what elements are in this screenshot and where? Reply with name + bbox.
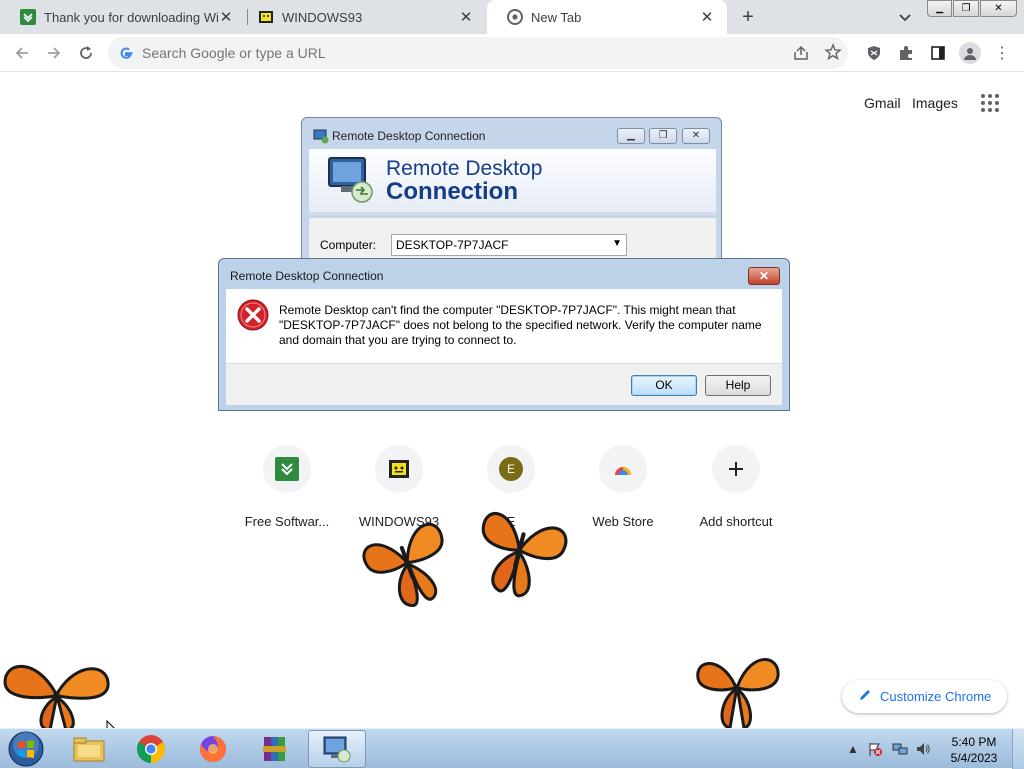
window-controls: ▁ ❐ ✕ — [927, 0, 1017, 18]
images-link[interactable]: Images — [912, 95, 958, 111]
shortcut-add[interactable]: Add shortcut — [680, 445, 792, 529]
error-dialog-title: Remote Desktop Connection — [230, 269, 384, 283]
remote-desktop-icon — [323, 736, 351, 763]
google-g-icon — [118, 45, 134, 66]
shortcut-free-software[interactable]: Free Softwar... — [231, 445, 343, 529]
bookmark-star-icon[interactable] — [824, 43, 842, 66]
tab-close-icon[interactable]: ✕ — [699, 9, 715, 26]
error-close-button[interactable]: ✕ — [748, 267, 780, 285]
chrome-icon — [137, 735, 165, 763]
ok-button[interactable]: OK — [631, 375, 697, 396]
back-arrow-icon[interactable] — [9, 40, 35, 66]
tray-network-icon[interactable] — [892, 741, 908, 757]
dropdown-arrow-icon[interactable]: ▼ — [612, 238, 622, 249]
taskbar-firefox[interactable] — [184, 730, 242, 768]
customize-chrome-button[interactable]: Customize Chrome — [842, 680, 1007, 713]
tab-fosshub[interactable]: Thank you for downloading WinR ✕ — [0, 0, 246, 34]
butterfly-icon — [481, 512, 568, 598]
computer-combobox[interactable]: DESKTOP-7P7JACF ▼ — [391, 234, 627, 256]
fosshub-favicon-icon — [20, 9, 36, 25]
close-window-icon[interactable]: ✕ — [979, 0, 1017, 17]
tab-new-tab[interactable]: New Tab ✕ — [487, 0, 727, 34]
tab-windows93[interactable]: WINDOWS93 ✕ — [238, 0, 486, 34]
plus-icon — [712, 445, 760, 493]
reload-icon[interactable] — [73, 40, 99, 66]
share-icon[interactable] — [792, 44, 810, 67]
winrar-icon — [263, 737, 286, 761]
shortcut-label: Web Store — [592, 514, 654, 529]
minimize-icon[interactable]: ▁ — [927, 0, 953, 17]
kebab-menu-icon[interactable]: ⋮ — [992, 43, 1012, 63]
system-clock[interactable]: 5:40 PM 5/4/2023 — [940, 734, 1008, 766]
error-footer: OK Help — [226, 363, 782, 405]
browser-toolbar: ⋮ — [0, 34, 1024, 72]
shortcut-label: Free Softwar... — [244, 514, 330, 529]
computer-label: Computer: — [320, 238, 377, 252]
taskbar-chrome[interactable] — [122, 730, 180, 768]
error-message: Remote Desktop can't find the computer "… — [279, 303, 762, 347]
help-button[interactable]: Help — [705, 375, 771, 396]
forward-arrow-icon[interactable] — [41, 40, 67, 66]
error-body: Remote Desktop can't find the computer "… — [226, 289, 782, 363]
omnibox-input[interactable] — [142, 43, 742, 63]
shortcut-label: Add shortcut — [699, 514, 773, 529]
letter-e-badge: E — [499, 457, 523, 481]
rdc-monitor-icon — [326, 154, 376, 209]
tab-close-icon[interactable]: ✕ — [218, 9, 234, 26]
firefox-icon — [200, 736, 226, 762]
windows93-icon — [375, 445, 423, 493]
omnibox[interactable] — [108, 37, 848, 69]
tab-strip: Thank you for downloading WinR ✕ WINDOWS… — [0, 0, 1024, 34]
web-store-icon — [599, 445, 647, 493]
tab-search-chevron-icon[interactable] — [896, 8, 914, 26]
taskbar-file-explorer[interactable] — [60, 730, 118, 768]
shortcut-web-store[interactable]: Web Store — [567, 445, 679, 529]
chrome-favicon-icon — [507, 9, 523, 25]
new-tab-button[interactable]: + — [737, 6, 759, 28]
tab-title: New Tab — [531, 9, 582, 25]
tray-action-center-flag-icon[interactable] — [867, 741, 883, 757]
tray-show-hidden-icon[interactable]: ▲ — [845, 741, 861, 757]
profile-avatar-icon[interactable] — [959, 42, 981, 64]
taskbar-remote-desktop[interactable] — [308, 730, 366, 768]
rdc-close-icon[interactable]: ✕ — [682, 128, 710, 144]
pencil-icon — [858, 688, 872, 705]
folder-icon — [73, 737, 105, 762]
error-dialog: Remote Desktop Connection ✕ Remote Deskt… — [218, 258, 790, 411]
rdc-small-icon — [313, 128, 329, 149]
shield-extension-icon[interactable] — [864, 43, 884, 63]
butterfly-icon — [696, 658, 780, 730]
error-x-icon — [237, 299, 269, 331]
taskbar: ▲ 5:40 PM 5/4/2023 — [0, 728, 1024, 769]
tab-title: Thank you for downloading WinR — [44, 9, 218, 25]
computer-value: DESKTOP-7P7JACF — [396, 238, 509, 252]
show-desktop-button[interactable] — [1012, 729, 1024, 769]
extensions-puzzle-icon[interactable] — [896, 43, 916, 63]
taskbar-winrar[interactable] — [246, 730, 304, 768]
butterfly-icon — [3, 664, 110, 732]
rdc-restore-icon[interactable]: ❐ — [649, 128, 677, 144]
clock-date: 5/4/2023 — [950, 751, 998, 765]
restore-icon[interactable]: ❐ — [953, 0, 979, 17]
customize-label: Customize Chrome — [880, 689, 992, 704]
tab-close-icon[interactable]: ✕ — [458, 9, 474, 26]
side-panel-icon[interactable] — [928, 43, 948, 63]
tray-volume-icon[interactable] — [915, 741, 931, 757]
gmail-link[interactable]: Gmail — [864, 95, 901, 111]
tab-title: WINDOWS93 — [282, 9, 363, 25]
rdc-window-title: Remote Desktop Connection — [332, 129, 486, 143]
rdc-window: Remote Desktop Connection ▁ ❐ ✕ Remote D… — [301, 117, 722, 267]
start-orb-icon[interactable] — [6, 730, 46, 768]
windows93-favicon-icon — [258, 9, 274, 25]
apps-grid-icon[interactable] — [980, 93, 1000, 113]
clock-time: 5:40 PM — [951, 735, 997, 749]
butterfly-icon — [362, 522, 444, 607]
fosshub-icon — [263, 445, 311, 493]
letter-e-icon: E — [487, 445, 535, 493]
rdc-heading-line2: Connection — [386, 178, 518, 205]
rdc-minimize-icon[interactable]: ▁ — [617, 128, 645, 144]
